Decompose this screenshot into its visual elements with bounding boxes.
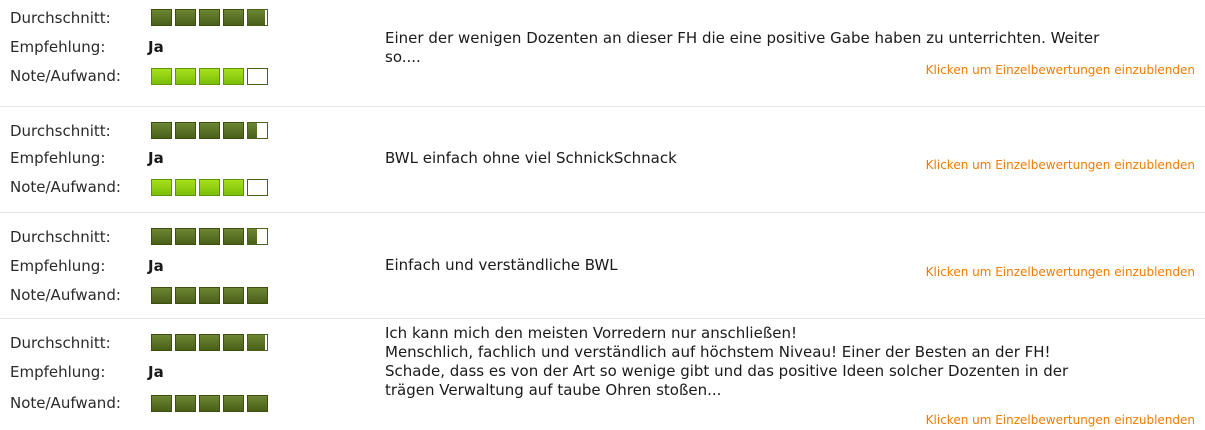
show-individual-ratings-link[interactable]: Klicken um Einzelbewertungen einzublende… xyxy=(926,63,1195,77)
empfehlung-label: Empfehlung: xyxy=(10,363,106,381)
rating-box-partial xyxy=(247,334,268,351)
durchschnitt-label: Durchschnitt: xyxy=(10,122,111,140)
rating-box-partial xyxy=(247,9,268,26)
rating-box-full xyxy=(223,68,244,85)
note-aufwand-label: Note/Aufwand: xyxy=(10,67,121,85)
rating-box-empty xyxy=(247,179,268,196)
rating-box-full xyxy=(151,68,172,85)
empfehlung-value: Ja xyxy=(148,149,164,167)
rating-box-full xyxy=(199,9,220,26)
note-aufwand-rating xyxy=(151,179,268,197)
note-aufwand-label: Note/Aufwand: xyxy=(10,394,121,412)
comment-line: Einer der wenigen Dozenten an dieser FH … xyxy=(385,29,1100,47)
comment-line: Ich kann mich den meisten Vorredern nur … xyxy=(385,324,798,342)
rating-box-full xyxy=(199,179,220,196)
rating-box-full xyxy=(223,9,244,26)
empfehlung-value: Ja xyxy=(148,363,164,381)
note-aufwand-label: Note/Aufwand: xyxy=(10,286,121,304)
rating-box-full xyxy=(175,122,196,139)
empfehlung-label: Empfehlung: xyxy=(10,149,106,167)
durchschnitt-label: Durchschnitt: xyxy=(10,228,111,246)
rating-box-full xyxy=(247,287,268,304)
rating-box-full xyxy=(175,287,196,304)
show-individual-ratings-link[interactable]: Klicken um Einzelbewertungen einzublende… xyxy=(926,158,1195,172)
rating-box-full xyxy=(175,179,196,196)
rating-box-full xyxy=(151,334,172,351)
comment-line: Schade, dass es von der Art so wenige gi… xyxy=(385,362,1069,380)
comment-line: trägen Verwaltung auf taube Ohren stoßen… xyxy=(385,381,722,399)
comment-line: Menschlich, fachlich und verständlich au… xyxy=(385,343,1051,361)
rating-box-full xyxy=(199,334,220,351)
rating-box-full xyxy=(151,179,172,196)
durchschnitt-rating xyxy=(151,9,268,27)
rating-box-partial xyxy=(247,228,268,245)
empfehlung-value: Ja xyxy=(148,38,164,56)
rating-box-full xyxy=(199,287,220,304)
review-comment: Einer der wenigen Dozenten an dieser FH … xyxy=(385,29,1195,67)
rating-box-full xyxy=(199,228,220,245)
review-item: Durchschnitt: Empfehlung: Ja Note/Aufwan… xyxy=(0,107,1205,212)
rating-box-full xyxy=(151,287,172,304)
review-item: Durchschnitt: Empfehlung: Ja Note/Aufwan… xyxy=(0,0,1205,106)
review-item: Durchschnitt: Empfehlung: Ja Note/Aufwan… xyxy=(0,319,1205,430)
rating-box-full xyxy=(223,287,244,304)
rating-box-full xyxy=(223,122,244,139)
rating-box-full xyxy=(175,9,196,26)
rating-box-full xyxy=(199,68,220,85)
review-item: Durchschnitt: Empfehlung: Ja Note/Aufwan… xyxy=(0,213,1205,318)
note-aufwand-rating xyxy=(151,68,268,86)
rating-box-full xyxy=(223,334,244,351)
empfehlung-label: Empfehlung: xyxy=(10,38,106,56)
note-aufwand-rating xyxy=(151,287,268,305)
show-individual-ratings-link[interactable]: Klicken um Einzelbewertungen einzublende… xyxy=(926,413,1195,427)
rating-box-full xyxy=(151,228,172,245)
rating-box-full xyxy=(151,122,172,139)
note-aufwand-rating xyxy=(151,395,268,413)
review-list: Durchschnitt: Empfehlung: Ja Note/Aufwan… xyxy=(0,0,1205,430)
durchschnitt-rating xyxy=(151,228,268,246)
rating-box-full xyxy=(199,122,220,139)
rating-box-full xyxy=(175,68,196,85)
rating-box-full xyxy=(223,228,244,245)
rating-box-full xyxy=(247,395,268,412)
empfehlung-value: Ja xyxy=(148,257,164,275)
rating-box-full xyxy=(175,228,196,245)
durchschnitt-label: Durchschnitt: xyxy=(10,9,111,27)
rating-box-full xyxy=(175,395,196,412)
rating-box-full xyxy=(223,395,244,412)
rating-box-full xyxy=(223,179,244,196)
rating-box-partial xyxy=(247,122,268,139)
durchschnitt-label: Durchschnitt: xyxy=(10,334,111,352)
rating-box-full xyxy=(175,334,196,351)
durchschnitt-rating xyxy=(151,122,268,140)
rating-box-full xyxy=(151,9,172,26)
review-comment: Ich kann mich den meisten Vorredern nur … xyxy=(385,324,1195,400)
show-individual-ratings-link[interactable]: Klicken um Einzelbewertungen einzublende… xyxy=(926,265,1195,279)
note-aufwand-label: Note/Aufwand: xyxy=(10,178,121,196)
durchschnitt-rating xyxy=(151,334,268,352)
rating-box-empty xyxy=(247,68,268,85)
empfehlung-label: Empfehlung: xyxy=(10,257,106,275)
rating-box-full xyxy=(199,395,220,412)
rating-box-full xyxy=(151,395,172,412)
